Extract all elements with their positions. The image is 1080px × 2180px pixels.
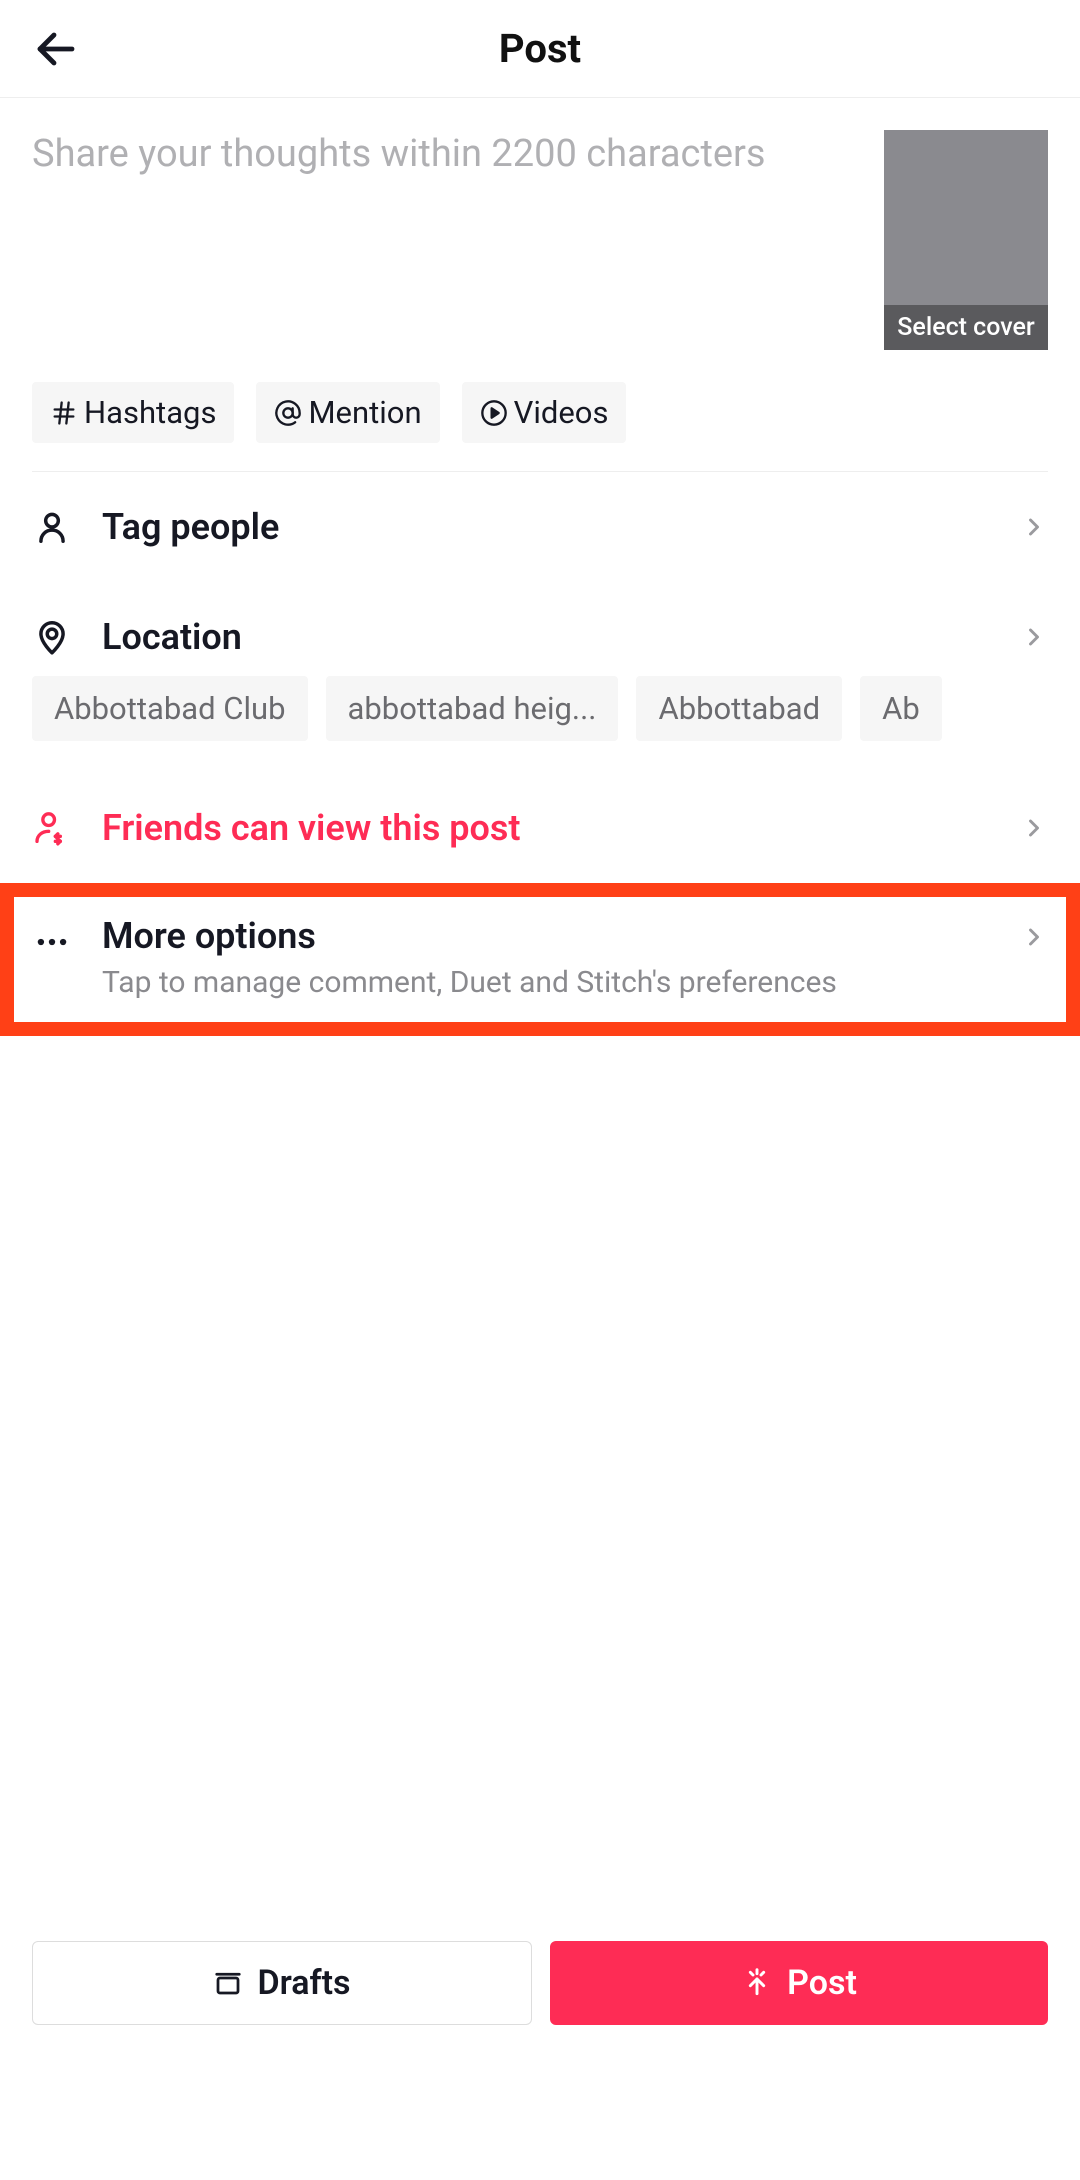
location-chip[interactable]: Abbottabad bbox=[636, 676, 842, 741]
chevron-right-icon bbox=[1020, 923, 1048, 951]
location-label: Location bbox=[102, 616, 990, 658]
compose-chips: Hashtags Mention Videos bbox=[0, 382, 1080, 471]
chevron-right-icon bbox=[1020, 513, 1048, 541]
location-chip[interactable]: Ab bbox=[860, 676, 942, 741]
drafts-button[interactable]: Drafts bbox=[32, 1941, 532, 2025]
location-suggestions: Abbottabad Club abbottabad heig... Abbot… bbox=[0, 676, 1080, 773]
privacy-label: Friends can view this post bbox=[102, 807, 990, 849]
post-upload-icon bbox=[741, 1967, 773, 1999]
bottom-bar: Drafts Post bbox=[0, 1917, 1080, 2180]
mention-chip[interactable]: Mention bbox=[256, 382, 439, 443]
more-options-label: More options bbox=[102, 915, 990, 957]
drafts-icon bbox=[213, 1968, 243, 1998]
chevron-right-icon bbox=[1020, 623, 1048, 651]
header: Post bbox=[0, 0, 1080, 98]
more-dots-icon bbox=[33, 923, 71, 961]
post-button[interactable]: Post bbox=[550, 1941, 1048, 2025]
tag-people-label: Tag people bbox=[102, 506, 990, 548]
location-pin-icon bbox=[33, 618, 71, 656]
play-circle-icon bbox=[480, 399, 508, 427]
more-options-sublabel: Tap to manage comment, Duet and Stitch's… bbox=[102, 963, 990, 1004]
privacy-row[interactable]: Friends can view this post bbox=[0, 773, 1080, 883]
hashtags-label: Hashtags bbox=[84, 394, 216, 431]
more-options-highlight: More options Tap to manage comment, Duet… bbox=[0, 883, 1080, 1036]
arrow-left-icon bbox=[32, 25, 80, 73]
page-title: Post bbox=[499, 25, 581, 72]
mention-label: Mention bbox=[308, 394, 421, 431]
tag-people-row[interactable]: Tag people bbox=[0, 472, 1080, 582]
friends-icon bbox=[32, 807, 72, 849]
hashtag-icon bbox=[50, 399, 78, 427]
compose-area: Select cover bbox=[0, 98, 1080, 382]
location-row[interactable]: Location bbox=[0, 582, 1080, 676]
post-label: Post bbox=[787, 1963, 857, 2003]
videos-chip[interactable]: Videos bbox=[462, 382, 627, 443]
at-icon bbox=[274, 399, 302, 427]
hashtags-chip[interactable]: Hashtags bbox=[32, 382, 234, 443]
chevron-right-icon bbox=[1020, 814, 1048, 842]
location-chip[interactable]: Abbottabad Club bbox=[32, 676, 308, 741]
location-chip[interactable]: abbottabad heig... bbox=[326, 676, 619, 741]
cover-label: Select cover bbox=[884, 305, 1048, 350]
cover-selector[interactable]: Select cover bbox=[884, 130, 1048, 350]
more-options-row[interactable]: More options Tap to manage comment, Duet… bbox=[14, 897, 1066, 1022]
caption-input[interactable] bbox=[32, 130, 860, 350]
videos-label: Videos bbox=[514, 394, 609, 431]
person-icon bbox=[33, 508, 71, 546]
back-button[interactable] bbox=[32, 25, 80, 73]
drafts-label: Drafts bbox=[257, 1963, 350, 2003]
